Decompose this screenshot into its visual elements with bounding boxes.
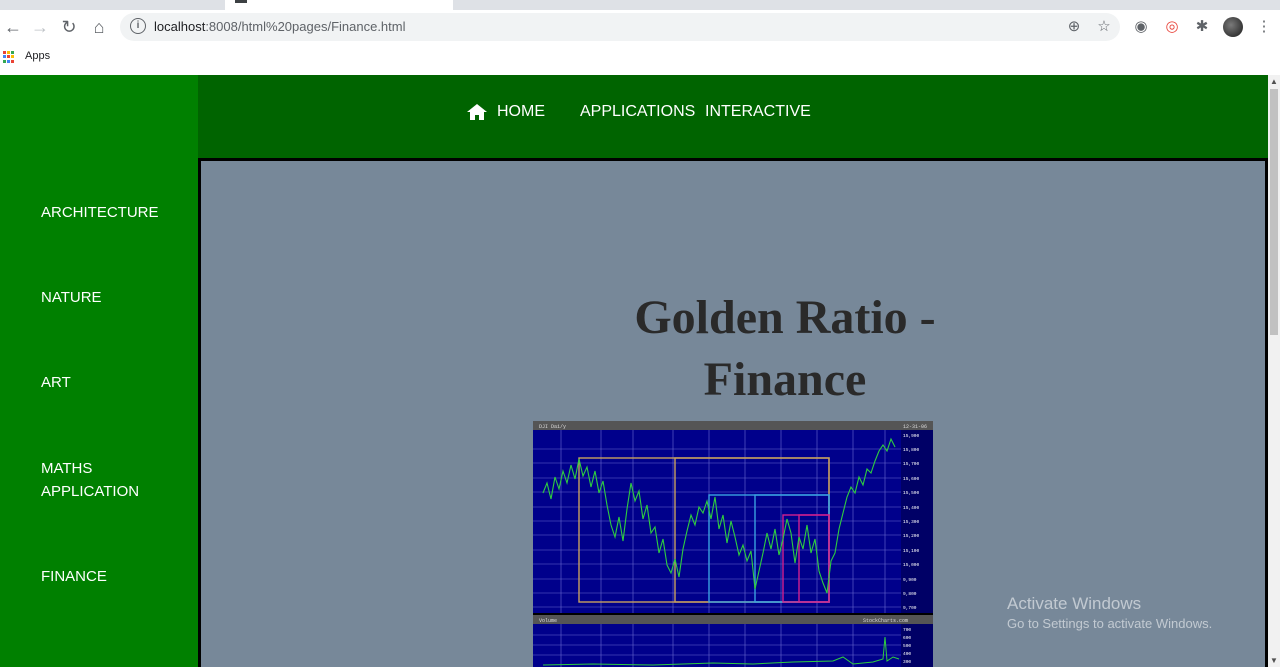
svg-text:15,100: 15,100: [903, 548, 920, 554]
url-path: :8008/html%20pages/Finance.html: [205, 19, 406, 34]
bookmarks-bar: Apps: [0, 46, 1280, 70]
svg-text:9,900: 9,900: [903, 577, 917, 583]
active-tab[interactable]: [225, 0, 453, 10]
svg-text:700: 700: [903, 627, 911, 633]
address-bar[interactable]: i localhost:8008/html%20pages/Finance.ht…: [120, 13, 1120, 41]
nav-interactive[interactable]: INTERACTIVE: [705, 101, 811, 123]
top-nav: HOME APPLICATIONS INTERACTIVE: [198, 75, 1268, 158]
tab-strip: [0, 0, 1280, 10]
volume-label: Volume: [539, 618, 557, 624]
sidebar-item-art[interactable]: ART: [41, 371, 71, 394]
svg-text:400: 400: [903, 651, 911, 657]
browser-chrome: ← → ↻ ⌂ i localhost:8008/html%20pages/Fi…: [0, 0, 1280, 75]
apps-bookmark[interactable]: Apps: [25, 50, 50, 62]
url-text[interactable]: localhost:8008/html%20pages/Finance.html: [154, 19, 406, 34]
watermark-line1: Activate Windows: [1007, 594, 1142, 613]
page-viewport: ARCHITECTURE NATURE ART MATHS APPLICATIO…: [0, 75, 1268, 667]
menu-kebab-icon[interactable]: ⋮: [1253, 16, 1275, 38]
sidebar-item-nature[interactable]: NATURE: [41, 286, 102, 309]
reload-icon[interactable]: ↻: [58, 16, 80, 38]
page-icon: [235, 0, 247, 3]
camera-extension-icon[interactable]: ◉: [1130, 16, 1152, 38]
site-info-icon[interactable]: i: [130, 18, 146, 34]
svg-text:9,800: 9,800: [903, 591, 917, 597]
svg-text:300: 300: [903, 659, 911, 665]
svg-text:15,400: 15,400: [903, 505, 920, 511]
browser-toolbar: ← → ↻ ⌂ i localhost:8008/html%20pages/Fi…: [0, 10, 1280, 44]
svg-text:15,000: 15,000: [903, 562, 920, 568]
scroll-up-arrow-icon[interactable]: ▲: [1270, 77, 1278, 86]
zoom-icon[interactable]: ⊕: [1064, 17, 1084, 37]
home-button-icon[interactable]: ⌂: [88, 16, 110, 38]
svg-text:15,700: 15,700: [903, 461, 920, 467]
golden-ratio-stock-chart-image: DJI Dai/y 12-31-06 15,900 15,800 15,700 …: [533, 421, 933, 667]
chart-header-right: 12-31-06: [903, 424, 927, 430]
page-title-line1: Golden Ratio -: [634, 291, 936, 344]
main-content: Golden Ratio - Finance DJI Dai/y 12-31-0…: [201, 161, 1265, 667]
home-icon[interactable]: [467, 104, 487, 120]
svg-text:15,800: 15,800: [903, 447, 920, 453]
nav-applications[interactable]: APPLICATIONS: [580, 101, 695, 123]
url-host: localhost: [154, 19, 206, 34]
forward-arrow-icon[interactable]: →: [29, 16, 51, 38]
svg-text:15,300: 15,300: [903, 519, 920, 525]
apps-grid-icon[interactable]: [3, 51, 15, 63]
sidebar-item-maths-application[interactable]: MATHS APPLICATION: [41, 457, 161, 503]
sidebar-item-finance[interactable]: FINANCE: [41, 565, 107, 588]
sidebar-item-architecture[interactable]: ARCHITECTURE: [41, 201, 159, 224]
page-title-line2: Finance: [703, 353, 867, 406]
nav-home[interactable]: HOME: [497, 101, 545, 123]
svg-text:15,900: 15,900: [903, 433, 920, 439]
red-extension-icon[interactable]: ◎: [1161, 16, 1183, 38]
svg-text:15,600: 15,600: [903, 476, 920, 482]
volume-axis-ticks: 700 600 500 400 300: [903, 627, 911, 665]
bookmark-star-icon[interactable]: ☆: [1094, 17, 1114, 37]
back-arrow-icon[interactable]: ←: [2, 16, 24, 38]
page-scrollbar[interactable]: ▲ ▼: [1268, 75, 1280, 667]
chart-header-left: DJI Dai/y: [539, 424, 566, 430]
watermark-line2: Go to Settings to activate Windows.: [1007, 616, 1213, 631]
svg-text:15,500: 15,500: [903, 490, 920, 496]
svg-text:15,200: 15,200: [903, 533, 920, 539]
activate-windows-watermark: Activate Windows Go to Settings to activ…: [1007, 594, 1212, 631]
scroll-down-arrow-icon[interactable]: ▼: [1270, 656, 1278, 665]
extensions-puzzle-icon[interactable]: ✱: [1191, 16, 1213, 38]
sidebar: ARCHITECTURE NATURE ART MATHS APPLICATIO…: [0, 75, 198, 667]
svg-text:500: 500: [903, 643, 911, 649]
profile-avatar[interactable]: [1223, 17, 1243, 37]
svg-text:9,700: 9,700: [903, 605, 917, 611]
scroll-thumb[interactable]: [1270, 89, 1278, 335]
svg-text:600: 600: [903, 635, 911, 641]
volume-source: StockCharts.com: [863, 618, 908, 624]
